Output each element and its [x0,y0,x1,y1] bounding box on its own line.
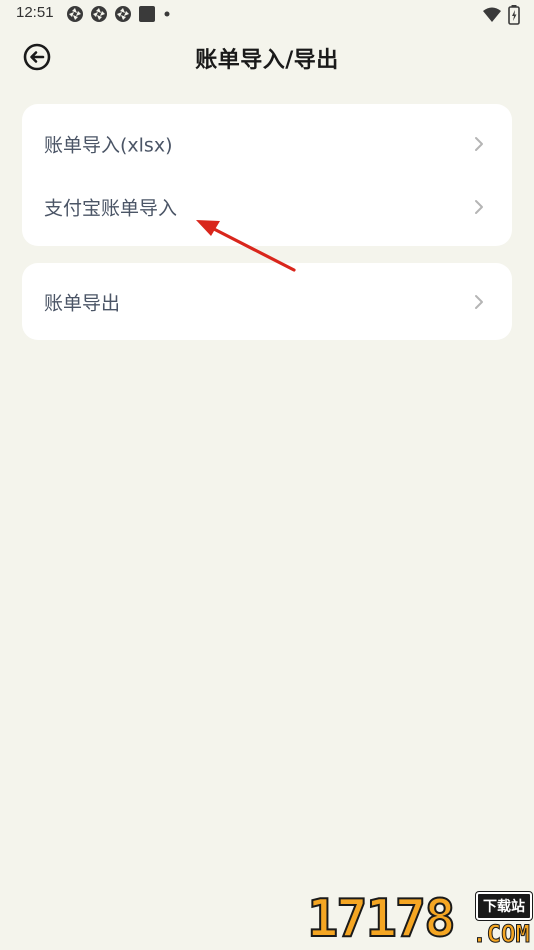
page-title: 账单导入/导出 [195,48,339,73]
import-card: 账单导入(xlsx) 支付宝账单导入 [22,104,512,246]
watermark-domain: .COM [472,920,531,949]
status-system-icons [482,5,520,25]
alipay-import-row[interactable]: 支付宝账单导入 [22,176,512,238]
battery-icon [508,5,520,25]
bill-export-row[interactable]: 账单导出 [22,271,512,333]
notification-icon [91,6,107,22]
export-card: 账单导出 [22,263,512,340]
notification-icon [67,6,83,22]
chevron-right-icon [475,137,483,151]
wifi-icon [483,7,501,22]
bill-export-label: 账单导出 [44,292,121,315]
watermark-logo: 17178 下载站 .COM [305,888,534,950]
chevron-right-icon [475,200,483,214]
status-time: 12:51 [16,4,54,21]
status-bar: 12:51 [0,0,534,28]
alipay-import-label: 支付宝账单导入 [44,197,178,220]
status-notification-icons [66,5,172,23]
dot-icon [164,11,170,17]
xlsx-import-label: 账单导入(xlsx) [44,134,173,157]
watermark-number: 17178 [306,888,457,950]
watermark-tag: 下载站 [476,892,532,920]
xlsx-import-row[interactable]: 账单导入(xlsx) [22,113,512,175]
app-header: 账单导入/导出 [0,28,534,88]
app-icon [139,6,155,22]
chevron-right-icon [475,295,483,309]
notification-icon [115,6,131,22]
